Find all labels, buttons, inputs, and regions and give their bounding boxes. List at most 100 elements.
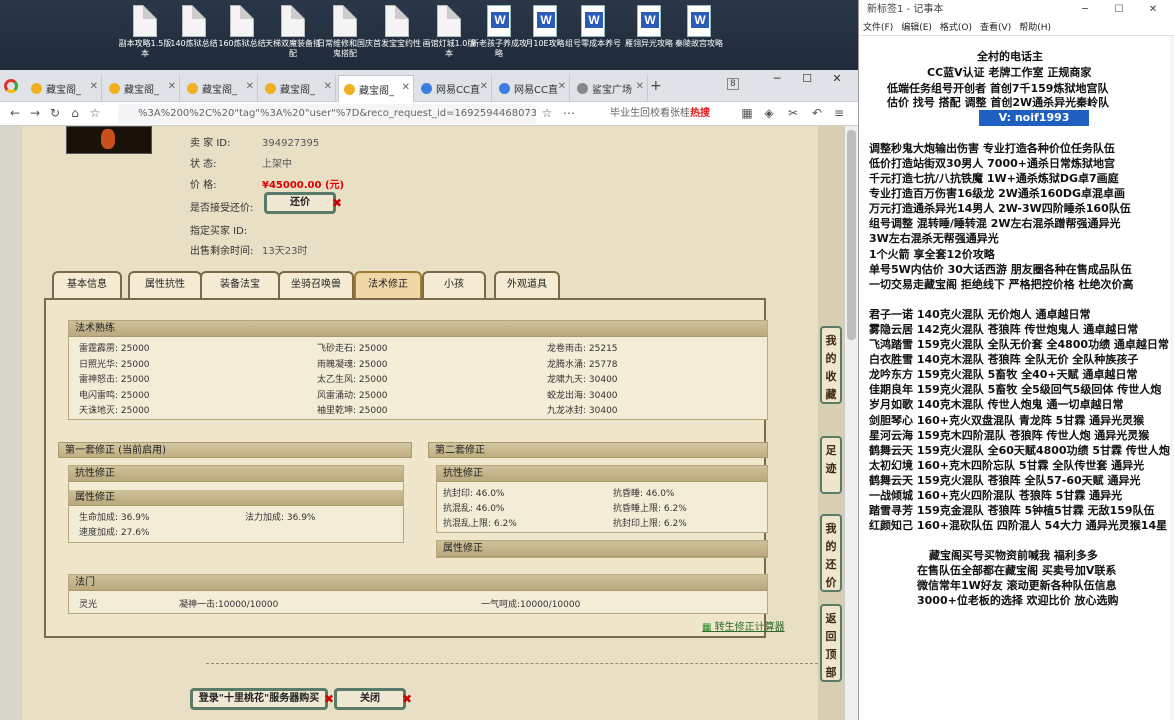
extension-icon[interactable]: ▦: [738, 106, 756, 120]
detail-tab[interactable]: 法术修正: [354, 271, 422, 298]
tab-bar: 藏宝阁_ ✕ 藏宝阁_ ✕ 藏宝阁_ ✕ 藏宝阁_ ✕ 藏宝阁_ ✕ 网易CC直 ✕ 网易CC直 ✕ 鲨宝广…: [0, 70, 858, 102]
set2-resist-cell: 抗昏睡上限: 6.2%: [613, 504, 687, 514]
counter-offer-button[interactable]: 还价: [264, 192, 336, 214]
browser-menu-icon[interactable]: ≡: [830, 106, 848, 120]
tab-close-icon[interactable]: ✕: [324, 81, 332, 92]
detail-tab[interactable]: 小孩: [422, 271, 486, 298]
notepad-menu-item[interactable]: 查看(V): [980, 23, 1011, 33]
tab-label: 藏宝阁_: [202, 85, 237, 96]
browser-tab[interactable]: 藏宝阁_ ✕: [338, 75, 414, 102]
desktop-icon[interactable]: W 组号零成本养号: [563, 2, 623, 49]
browser-tab[interactable]: 藏宝阁_ ✕: [260, 75, 336, 102]
window-controls: ─ ☐ ✕: [762, 72, 852, 85]
close-icon[interactable]: ✕: [1136, 0, 1170, 20]
close-x-icon: ✖: [324, 692, 335, 706]
scrollbar-thumb[interactable]: [847, 130, 856, 340]
tab-close-icon[interactable]: ✕: [246, 81, 254, 92]
tab-close-icon[interactable]: ✕: [480, 81, 488, 92]
menu-icon[interactable]: ⋯: [560, 106, 578, 120]
time-left-row: 出售剩余时间: 13天23时: [190, 242, 307, 257]
rebirth-calculator-link[interactable]: 转生修正计算器: [702, 618, 785, 633]
back-icon[interactable]: ←: [6, 106, 24, 120]
tab-label: 藏宝阁_: [280, 85, 315, 96]
undo-icon[interactable]: ↶: [808, 106, 826, 120]
magic-cell: 一气呵成:10000/10000: [481, 600, 581, 610]
notepad-scrollbar[interactable]: [1170, 36, 1174, 720]
vertical-scrollbar[interactable]: [844, 126, 858, 720]
bookmark-icon[interactable]: ☆: [86, 106, 104, 120]
minimize-icon[interactable]: ─: [1068, 0, 1102, 20]
right-nav-button[interactable]: 我的收藏: [820, 326, 842, 404]
refresh-icon[interactable]: ↻: [46, 106, 64, 120]
browser-logo-icon[interactable]: [4, 79, 18, 93]
desktop-icon[interactable]: 天梯双魔装备搭配: [263, 2, 323, 59]
set2-resist-title: 抗性修正: [437, 466, 767, 482]
word-doc-icon: W: [487, 5, 511, 37]
browser-tab[interactable]: 网易CC直 ✕: [494, 75, 570, 102]
notepad-line: 一战倾城 160+克火四阶混队 苍狼阵 5甘霖 通异光: [869, 489, 1123, 502]
maximize-icon[interactable]: ☐: [792, 72, 822, 85]
desktop-icon-label: 天梯双魔装备搭配: [265, 39, 321, 58]
browser-tab[interactable]: 网易CC直 ✕: [416, 75, 492, 102]
notepad-line: 藏宝阁买号买物资前喊我 福利多多: [929, 549, 1098, 562]
notepad-menu-item[interactable]: 帮助(H): [1019, 23, 1051, 33]
new-tab-button[interactable]: +: [650, 78, 662, 94]
login-buy-button[interactable]: 登录"十里桃花"服务器购买: [190, 688, 328, 710]
tab-close-icon[interactable]: ✕: [90, 81, 98, 92]
tab-count-badge[interactable]: 8: [727, 78, 739, 90]
text-file-icon: [133, 5, 157, 37]
home-icon[interactable]: ⌂: [66, 106, 84, 120]
hot-search-label[interactable]: 热搜: [690, 104, 710, 124]
notepad-line: 万元打造通杀异光14男人 2W-3W四阶睡杀160队伍: [869, 202, 1131, 215]
right-nav-button[interactable]: 足迹: [820, 436, 842, 494]
tab-close-icon[interactable]: ✕: [168, 81, 176, 92]
desktop-icon[interactable]: W 秦陵故宫攻略: [669, 2, 729, 49]
right-nav-button[interactable]: 返回顶部: [820, 604, 842, 682]
set2-title: 第二套修正: [428, 442, 768, 458]
minimize-icon[interactable]: ─: [762, 72, 792, 85]
notepad-line: 低端任务组号开创者 首创7千159炼狱地宫队: [887, 82, 1109, 95]
tab-close-icon[interactable]: ✕: [636, 81, 644, 92]
tab-close-icon[interactable]: ✕: [558, 81, 566, 92]
text-file-icon: [182, 5, 206, 37]
shield-icon[interactable]: ◈: [760, 106, 778, 120]
browser-tab[interactable]: 鲨宝广场 ✕: [572, 75, 648, 102]
set2-attr-title: 属性修正: [437, 541, 767, 557]
skill-cell: 飞砂走石: 25000: [317, 344, 388, 354]
browser-tab[interactable]: 藏宝阁_ ✕: [182, 75, 258, 102]
detail-tab[interactable]: 基本信息: [52, 271, 122, 298]
price-value: ¥45000.00 (元): [262, 180, 345, 191]
skill-cell: 日照光华: 25000: [79, 359, 150, 370]
notepad-line: 在售队伍全部都在藏宝阁 买卖号加V联系: [917, 564, 1117, 577]
notepad-line: 白衣胜雪 140克木混队 苍狼阵 全队无价 全队种族孩子: [869, 353, 1139, 366]
notepad-text[interactable]: 全村的电话主 CC蓝V认证 老牌工作室 正规商家 低端任务组号开创者 首创7千159…: [869, 36, 1170, 720]
detail-tab[interactable]: 属性抗性: [128, 271, 202, 298]
close-icon[interactable]: ✕: [822, 72, 852, 85]
notepad-menu-item[interactable]: 编辑(E): [901, 23, 932, 33]
browser-tab[interactable]: 藏宝阁_ ✕: [26, 75, 102, 102]
set2-resist-cell: 抗混乱: 46.0%: [443, 504, 505, 514]
tab-close-icon[interactable]: ✕: [402, 82, 410, 93]
skill-cell: 风雷涌动: 25000: [317, 390, 388, 401]
scissors-icon[interactable]: ✂: [784, 106, 802, 120]
close-button[interactable]: 关闭: [334, 688, 406, 710]
forward-icon[interactable]: →: [26, 106, 44, 120]
right-nav-button[interactable]: 我的还价: [820, 514, 842, 592]
url-field[interactable]: %3A%200%2C%20"tag"%3A%20"user"%7D&reco_r…: [118, 104, 536, 124]
notepad-menu-item[interactable]: 格式(O): [940, 23, 972, 33]
desktop-icon[interactable]: 日常维修和国庆鬼搭配: [315, 2, 375, 59]
magic-cell: 凝神一击:10000/10000: [179, 600, 279, 610]
text-file-icon: [230, 5, 254, 37]
detail-tab[interactable]: 外观道具: [494, 271, 560, 298]
seller-id-label: 卖 家 ID:: [190, 138, 231, 149]
notepad-menu-item[interactable]: 文件(F): [863, 23, 893, 33]
set1-attr-cell: 法力加成: 36.9%: [245, 513, 316, 523]
desktop-icon[interactable]: 首发宝宝约性: [367, 2, 427, 49]
detail-tab[interactable]: 装备法宝: [200, 271, 280, 298]
detail-tab[interactable]: 坐骑召唤兽: [278, 271, 354, 298]
star-icon[interactable]: ☆: [538, 106, 556, 120]
maximize-icon[interactable]: ☐: [1102, 0, 1136, 20]
browser-tab[interactable]: 藏宝阁_ ✕: [104, 75, 180, 102]
set2-resist-cell: 抗混乱上限: 6.2%: [443, 519, 517, 529]
divider: [206, 663, 818, 664]
